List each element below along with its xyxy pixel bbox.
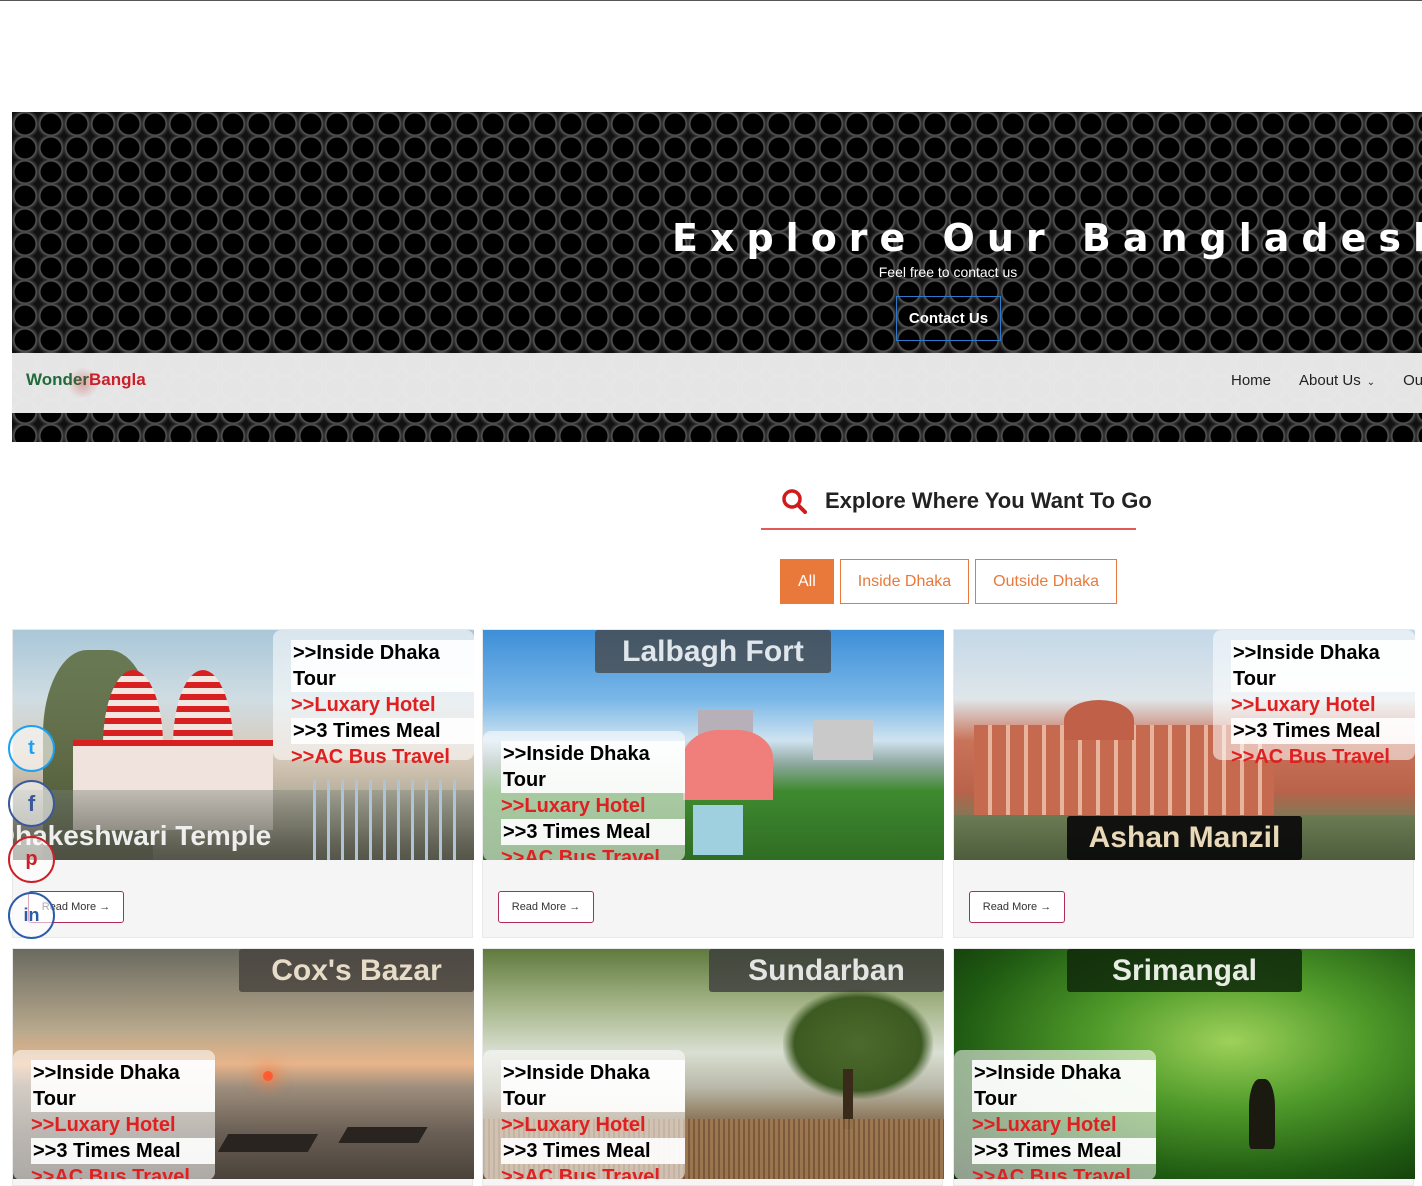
promo-line: >>3 Times Meal bbox=[291, 718, 474, 744]
nav-item-our-tours[interactable]: Our T bbox=[1403, 372, 1422, 389]
tour-card: Cox's Bazar >>Inside Dhaka Tour >>Luxary… bbox=[12, 948, 474, 1186]
nav-item-about-us[interactable]: About Us ⌄ bbox=[1299, 372, 1375, 389]
bangladesh-map-icon bbox=[66, 366, 100, 400]
tour-image[interactable]: >>Inside Dhaka Tour >>Luxary Hotel >>3 T… bbox=[954, 630, 1415, 860]
promo-line: >>Luxary Hotel bbox=[1231, 694, 1376, 716]
promo-line: >>Inside Dhaka Tour bbox=[31, 1060, 215, 1112]
tour-card: Lalbagh Fort >>Inside Dhaka Tour >>Luxar… bbox=[482, 629, 944, 938]
tour-card: >>Inside Dhaka Tour >>Luxary Hotel >>3 T… bbox=[953, 629, 1415, 938]
nav-menu: Home About Us ⌄ Our T bbox=[1231, 372, 1422, 389]
promo-line: >>3 Times Meal bbox=[501, 1138, 685, 1164]
promo-line: >>AC Bus Travel bbox=[31, 1166, 190, 1179]
promo-box: >>Inside Dhaka Tour >>Luxary Hotel >>3 T… bbox=[954, 1050, 1156, 1179]
tour-image[interactable]: Sundarban >>Inside Dhaka Tour >>Luxary H… bbox=[483, 949, 944, 1179]
tour-caption: Sundarban bbox=[709, 949, 944, 992]
contact-us-button[interactable]: Contact Us bbox=[896, 296, 1001, 341]
filter-outside-dhaka[interactable]: Outside Dhaka bbox=[975, 559, 1118, 604]
promo-line: >>AC Bus Travel bbox=[1231, 746, 1390, 768]
tour-image[interactable]: Lalbagh Fort >>Inside Dhaka Tour >>Luxar… bbox=[483, 630, 944, 860]
promo-line: >>Inside Dhaka Tour bbox=[501, 1060, 685, 1112]
promo-box: >>Inside Dhaka Tour >>Luxary Hotel >>3 T… bbox=[483, 1050, 685, 1179]
tour-caption: Srimangal bbox=[1067, 949, 1302, 992]
hero-title: Explore Our Bangladesh bbox=[672, 216, 1422, 260]
promo-line: >>AC Bus Travel bbox=[501, 847, 660, 860]
promo-line: >>3 Times Meal bbox=[1231, 718, 1415, 744]
promo-line: >>Luxary Hotel bbox=[501, 795, 646, 817]
tour-image[interactable]: Srimangal >>Inside Dhaka Tour >>Luxary H… bbox=[954, 949, 1415, 1179]
promo-line: >>AC Bus Travel bbox=[291, 746, 450, 768]
promo-line: >>Luxary Hotel bbox=[291, 694, 436, 716]
promo-line: >>Inside Dhaka Tour bbox=[972, 1060, 1156, 1112]
promo-line: >>3 Times Meal bbox=[501, 819, 685, 845]
promo-line: >>3 Times Meal bbox=[972, 1138, 1156, 1164]
promo-box: >>Inside Dhaka Tour >>Luxary Hotel >>3 T… bbox=[1213, 630, 1415, 768]
promo-box: >>Inside Dhaka Tour >>Luxary Hotel >>3 T… bbox=[13, 1050, 215, 1179]
filter-inside-dhaka[interactable]: Inside Dhaka bbox=[839, 559, 970, 604]
tour-caption: Cox's Bazar bbox=[239, 949, 474, 992]
read-more-button[interactable]: Read More → bbox=[498, 891, 594, 923]
read-more-button[interactable]: Read More → bbox=[969, 891, 1065, 923]
main-navbar: WonderBangla Home About Us ⌄ Our T bbox=[12, 353, 1422, 413]
promo-line: >>AC Bus Travel bbox=[972, 1166, 1131, 1179]
promo-line: >>AC Bus Travel bbox=[501, 1166, 660, 1179]
promo-line: >>Luxary Hotel bbox=[31, 1114, 176, 1136]
tour-card: Srimangal >>Inside Dhaka Tour >>Luxary H… bbox=[953, 948, 1415, 1186]
pinterest-icon[interactable]: p bbox=[8, 836, 55, 883]
promo-line: >>Inside Dhaka Tour bbox=[501, 741, 685, 793]
promo-line: >>Inside Dhaka Tour bbox=[1231, 640, 1415, 692]
explore-title: Explore Where You Want To Go bbox=[825, 488, 1152, 513]
promo-line: >>3 Times Meal bbox=[31, 1138, 215, 1164]
nav-item-home[interactable]: Home bbox=[1231, 372, 1271, 389]
promo-line: >>Luxary Hotel bbox=[501, 1114, 646, 1136]
tour-card: Sundarban >>Inside Dhaka Tour >>Luxary H… bbox=[482, 948, 944, 1186]
linkedin-icon[interactable]: in bbox=[8, 892, 55, 939]
promo-line: >>Inside Dhaka Tour bbox=[291, 640, 474, 692]
filter-tabs: All Inside Dhaka Outside Dhaka bbox=[780, 559, 1118, 604]
promo-box: >>Inside Dhaka Tour >>Luxary Hotel >>3 T… bbox=[273, 630, 474, 768]
tour-caption: Lalbagh Fort bbox=[595, 630, 831, 673]
twitter-icon[interactable]: t bbox=[8, 725, 55, 772]
tour-image[interactable]: Cox's Bazar >>Inside Dhaka Tour >>Luxary… bbox=[13, 949, 474, 1179]
promo-line: >>Luxary Hotel bbox=[972, 1114, 1117, 1136]
nav-item-about-us-label: About Us bbox=[1299, 372, 1361, 389]
explore-heading: Explore Where You Want To Go bbox=[761, 484, 1152, 530]
hero-subtitle: Feel free to contact us bbox=[878, 264, 1018, 280]
chevron-down-icon: ⌄ bbox=[1366, 377, 1376, 388]
filter-all[interactable]: All bbox=[780, 559, 834, 604]
tour-image[interactable]: >>Inside Dhaka Tour >>Luxary Hotel >>3 T… bbox=[13, 630, 474, 860]
site-logo[interactable]: WonderBangla bbox=[26, 366, 146, 400]
top-border bbox=[0, 0, 1422, 1]
tour-caption: Ashan Manzil bbox=[1067, 816, 1302, 860]
search-icon bbox=[782, 489, 807, 514]
promo-box: >>Inside Dhaka Tour >>Luxary Hotel >>3 T… bbox=[483, 731, 685, 860]
tour-card: >>Inside Dhaka Tour >>Luxary Hotel >>3 T… bbox=[12, 629, 474, 938]
facebook-icon[interactable]: f bbox=[8, 780, 55, 827]
